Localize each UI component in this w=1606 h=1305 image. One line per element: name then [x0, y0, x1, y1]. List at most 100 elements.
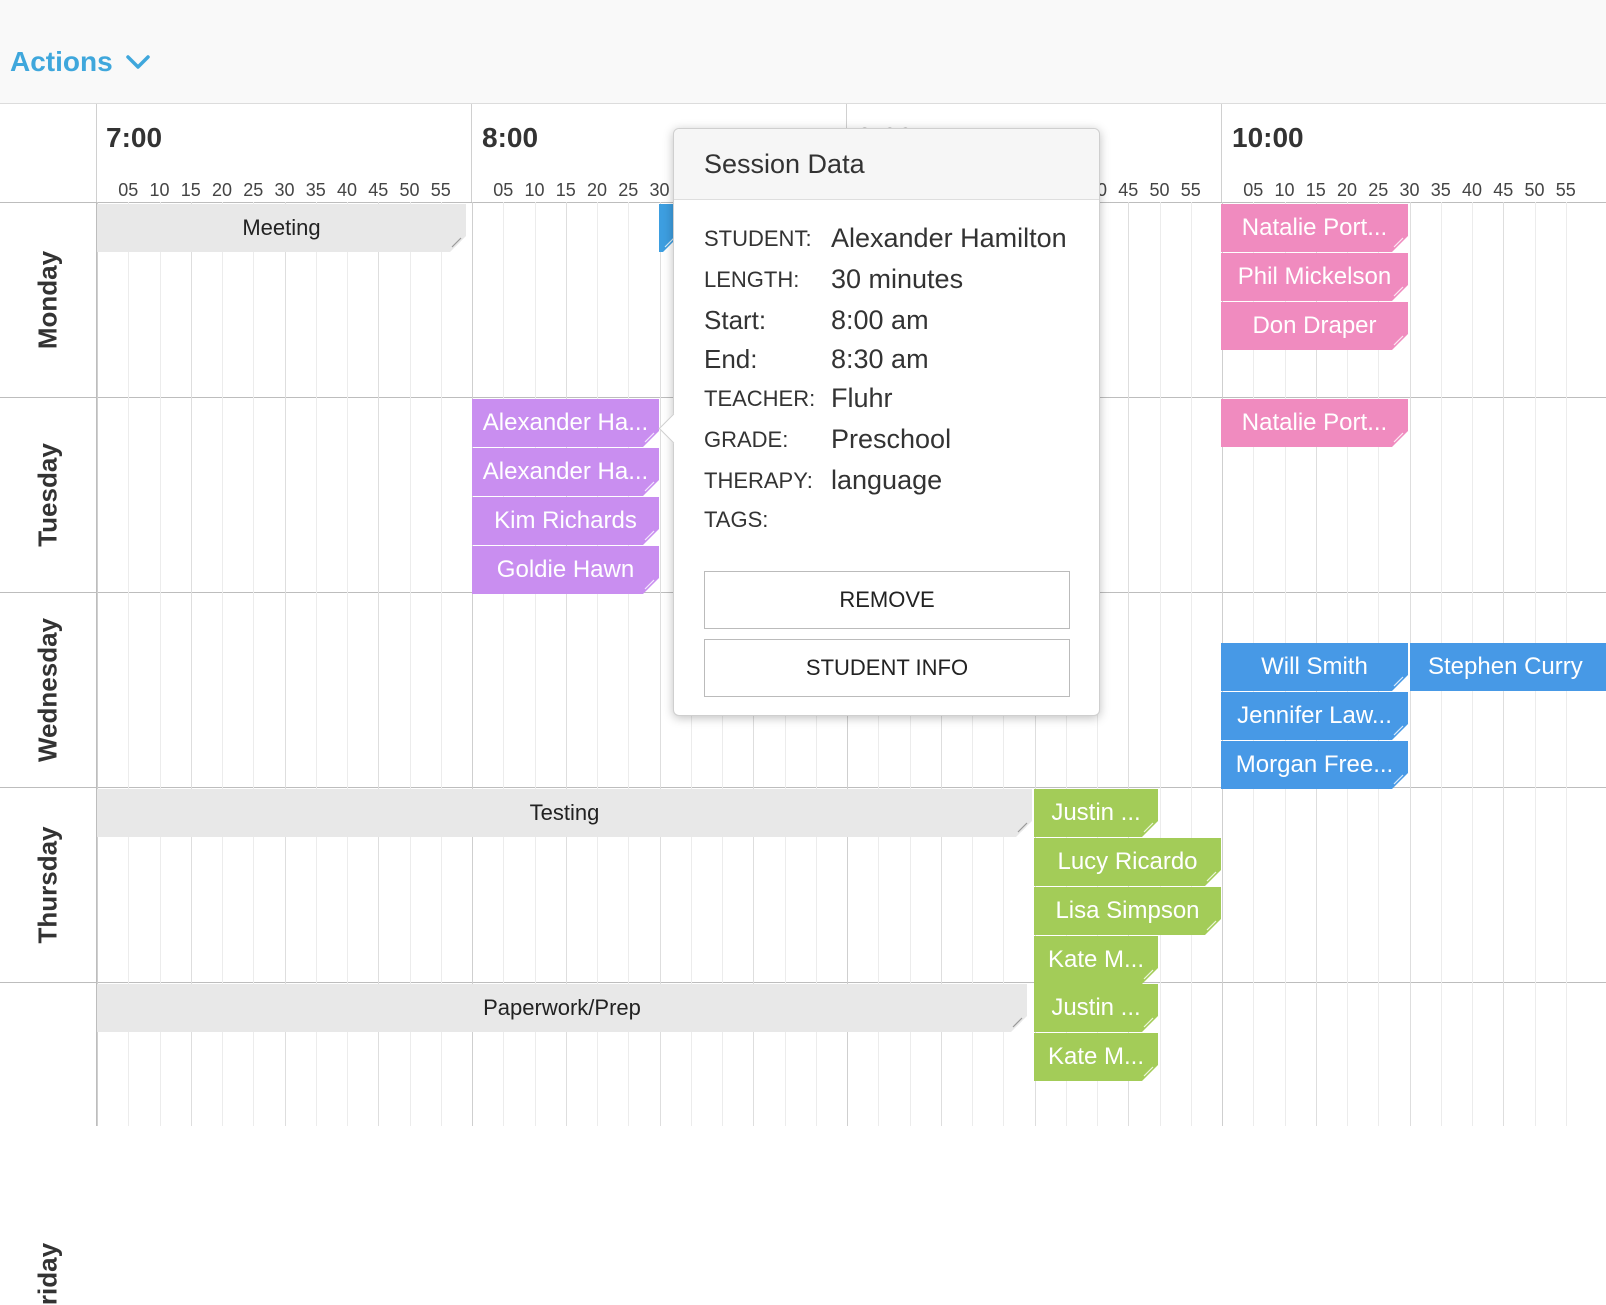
field-key: Start:: [704, 305, 767, 335]
field-value: Alexander Hamilton: [831, 223, 1067, 253]
field-tags: TAGS:: [704, 507, 831, 533]
event-block[interactable]: Justin ...: [1034, 984, 1158, 1032]
day-label-wednesday: Wednesday: [32, 617, 63, 763]
minute-tick-label: 05: [493, 180, 514, 200]
minute-tick-label: 35: [305, 180, 326, 200]
toolbar: Actions: [0, 0, 1606, 104]
hour-label: 8:00: [482, 122, 539, 153]
minute-tick-label: 40: [336, 180, 358, 200]
grid-vline: [1191, 202, 1192, 1126]
minute-tick-label: 15: [555, 180, 576, 200]
field-student: STUDENT: Alexander Hamilton: [704, 223, 1067, 254]
resize-grip-icon[interactable]: [1205, 870, 1217, 882]
event-block[interactable]: Phil Mickelson: [1221, 253, 1408, 301]
resize-grip-icon[interactable]: [643, 431, 655, 443]
minute-tick-label: 25: [1368, 180, 1389, 200]
event-block[interactable]: Kate M...: [1034, 1033, 1158, 1081]
hour-label: 10:00: [1232, 122, 1304, 153]
event-block[interactable]: Kate M...: [1034, 936, 1158, 984]
minute-tick-label: 30: [274, 180, 295, 200]
minute-tick-label: 50: [1149, 180, 1170, 200]
resize-grip-icon[interactable]: [1142, 821, 1154, 833]
resize-grip-icon[interactable]: [1011, 1016, 1023, 1028]
remove-button[interactable]: REMOVE: [704, 571, 1070, 629]
resize-grip-icon[interactable]: [643, 480, 655, 492]
session-data-popup: Session Data STUDENT: Alexander Hamilton…: [658, 128, 1100, 716]
resize-grip-icon[interactable]: [1205, 919, 1217, 931]
field-teacher: TEACHER: Fluhr: [704, 383, 893, 414]
resize-grip-icon[interactable]: [1392, 773, 1404, 785]
event-block[interactable]: Paperwork/Prep: [97, 984, 1027, 1032]
minute-tick-label: 45: [1493, 180, 1514, 200]
resize-grip-icon[interactable]: [1392, 724, 1404, 736]
field-length: LENGTH: 30 minutes: [704, 264, 963, 295]
field-key: TAGS:: [704, 507, 769, 532]
event-block[interactable]: Stephen Curry: [1410, 643, 1606, 691]
resize-grip-icon[interactable]: [1392, 675, 1404, 687]
event-block[interactable]: Morgan Free...: [1221, 741, 1408, 789]
event-block[interactable]: Lucy Ricardo: [1034, 838, 1221, 886]
day-label-thursday: Thursday: [32, 826, 63, 944]
resize-grip-icon[interactable]: [450, 236, 462, 248]
field-value: Preschool: [831, 424, 952, 454]
actions-dropdown[interactable]: Actions: [10, 46, 151, 78]
minute-tick-label: 30: [649, 180, 670, 200]
resize-grip-icon[interactable]: [1142, 1065, 1154, 1077]
minute-tick-label: 45: [1118, 180, 1139, 200]
minute-tick-label: 30: [1399, 180, 1420, 200]
field-key: THERAPY:: [704, 467, 813, 493]
minute-tick-label: 55: [1180, 180, 1201, 200]
event-block[interactable]: Jennifer Law...: [1221, 692, 1408, 740]
minute-tick-label: 35: [1430, 180, 1451, 200]
resize-grip-icon[interactable]: [1142, 968, 1154, 980]
actions-label: Actions: [10, 46, 113, 77]
resize-grip-icon[interactable]: [643, 529, 655, 541]
hour-label: 7:00: [106, 122, 163, 153]
minute-tick-label: 10: [1274, 180, 1295, 200]
resize-grip-icon[interactable]: [1016, 821, 1028, 833]
event-block[interactable]: Goldie Hawn: [472, 546, 659, 594]
day-label-tuesday: Tuesday: [32, 443, 63, 547]
event-block[interactable]: Natalie Port...: [1221, 399, 1408, 447]
student-info-button[interactable]: STUDENT INFO: [704, 639, 1070, 697]
event-block[interactable]: Alexander Ha...: [472, 399, 659, 447]
resize-grip-icon[interactable]: [1392, 334, 1404, 346]
resize-grip-icon[interactable]: [1392, 236, 1404, 248]
resize-grip-icon[interactable]: [643, 578, 655, 590]
event-block[interactable]: Lisa Simpson: [1034, 887, 1221, 935]
field-value: 8:30 am: [831, 344, 929, 374]
day-column-divider: [96, 202, 97, 1126]
field-value: language: [831, 465, 943, 495]
event-block[interactable]: Meeting: [97, 204, 466, 252]
field-key: STUDENT:: [704, 225, 812, 251]
resize-grip-icon[interactable]: [1392, 431, 1404, 443]
header-hour-divider: [96, 104, 97, 202]
header-hour-divider: [471, 104, 472, 202]
minute-tick-label: 50: [1524, 180, 1545, 200]
field-key: GRADE:: [704, 426, 789, 452]
minute-tick-label: 50: [399, 180, 420, 200]
event-block[interactable]: Testing: [97, 789, 1032, 837]
minute-tick-label: 10: [149, 180, 170, 200]
resize-grip-icon[interactable]: [1392, 285, 1404, 297]
field-key: TEACHER:: [704, 385, 816, 411]
day-label-monday: Monday: [32, 250, 63, 350]
field-value: Fluhr: [831, 383, 893, 413]
event-block[interactable]: Kim Richards: [472, 497, 659, 545]
minute-tick-label: 20: [1336, 180, 1358, 200]
minute-tick-label: 45: [368, 180, 389, 200]
event-block[interactable]: Justin ...: [1034, 789, 1158, 837]
minute-tick-label: 10: [524, 180, 545, 200]
minute-tick-label: 55: [1555, 180, 1576, 200]
event-block[interactable]: Natalie Port...: [1221, 204, 1408, 252]
minute-tick-label: 20: [211, 180, 233, 200]
grid-vline: [1160, 202, 1161, 1126]
minute-tick-label: 20: [586, 180, 608, 200]
event-block[interactable]: Will Smith: [1221, 643, 1408, 691]
event-block[interactable]: Don Draper: [1221, 302, 1408, 350]
event-block[interactable]: Alexander Ha...: [472, 448, 659, 496]
field-grade: GRADE: Preschool: [704, 424, 951, 455]
field-end: End: 8:30 am: [704, 344, 929, 375]
field-key: End:: [704, 344, 758, 374]
resize-grip-icon[interactable]: [1142, 1016, 1154, 1028]
